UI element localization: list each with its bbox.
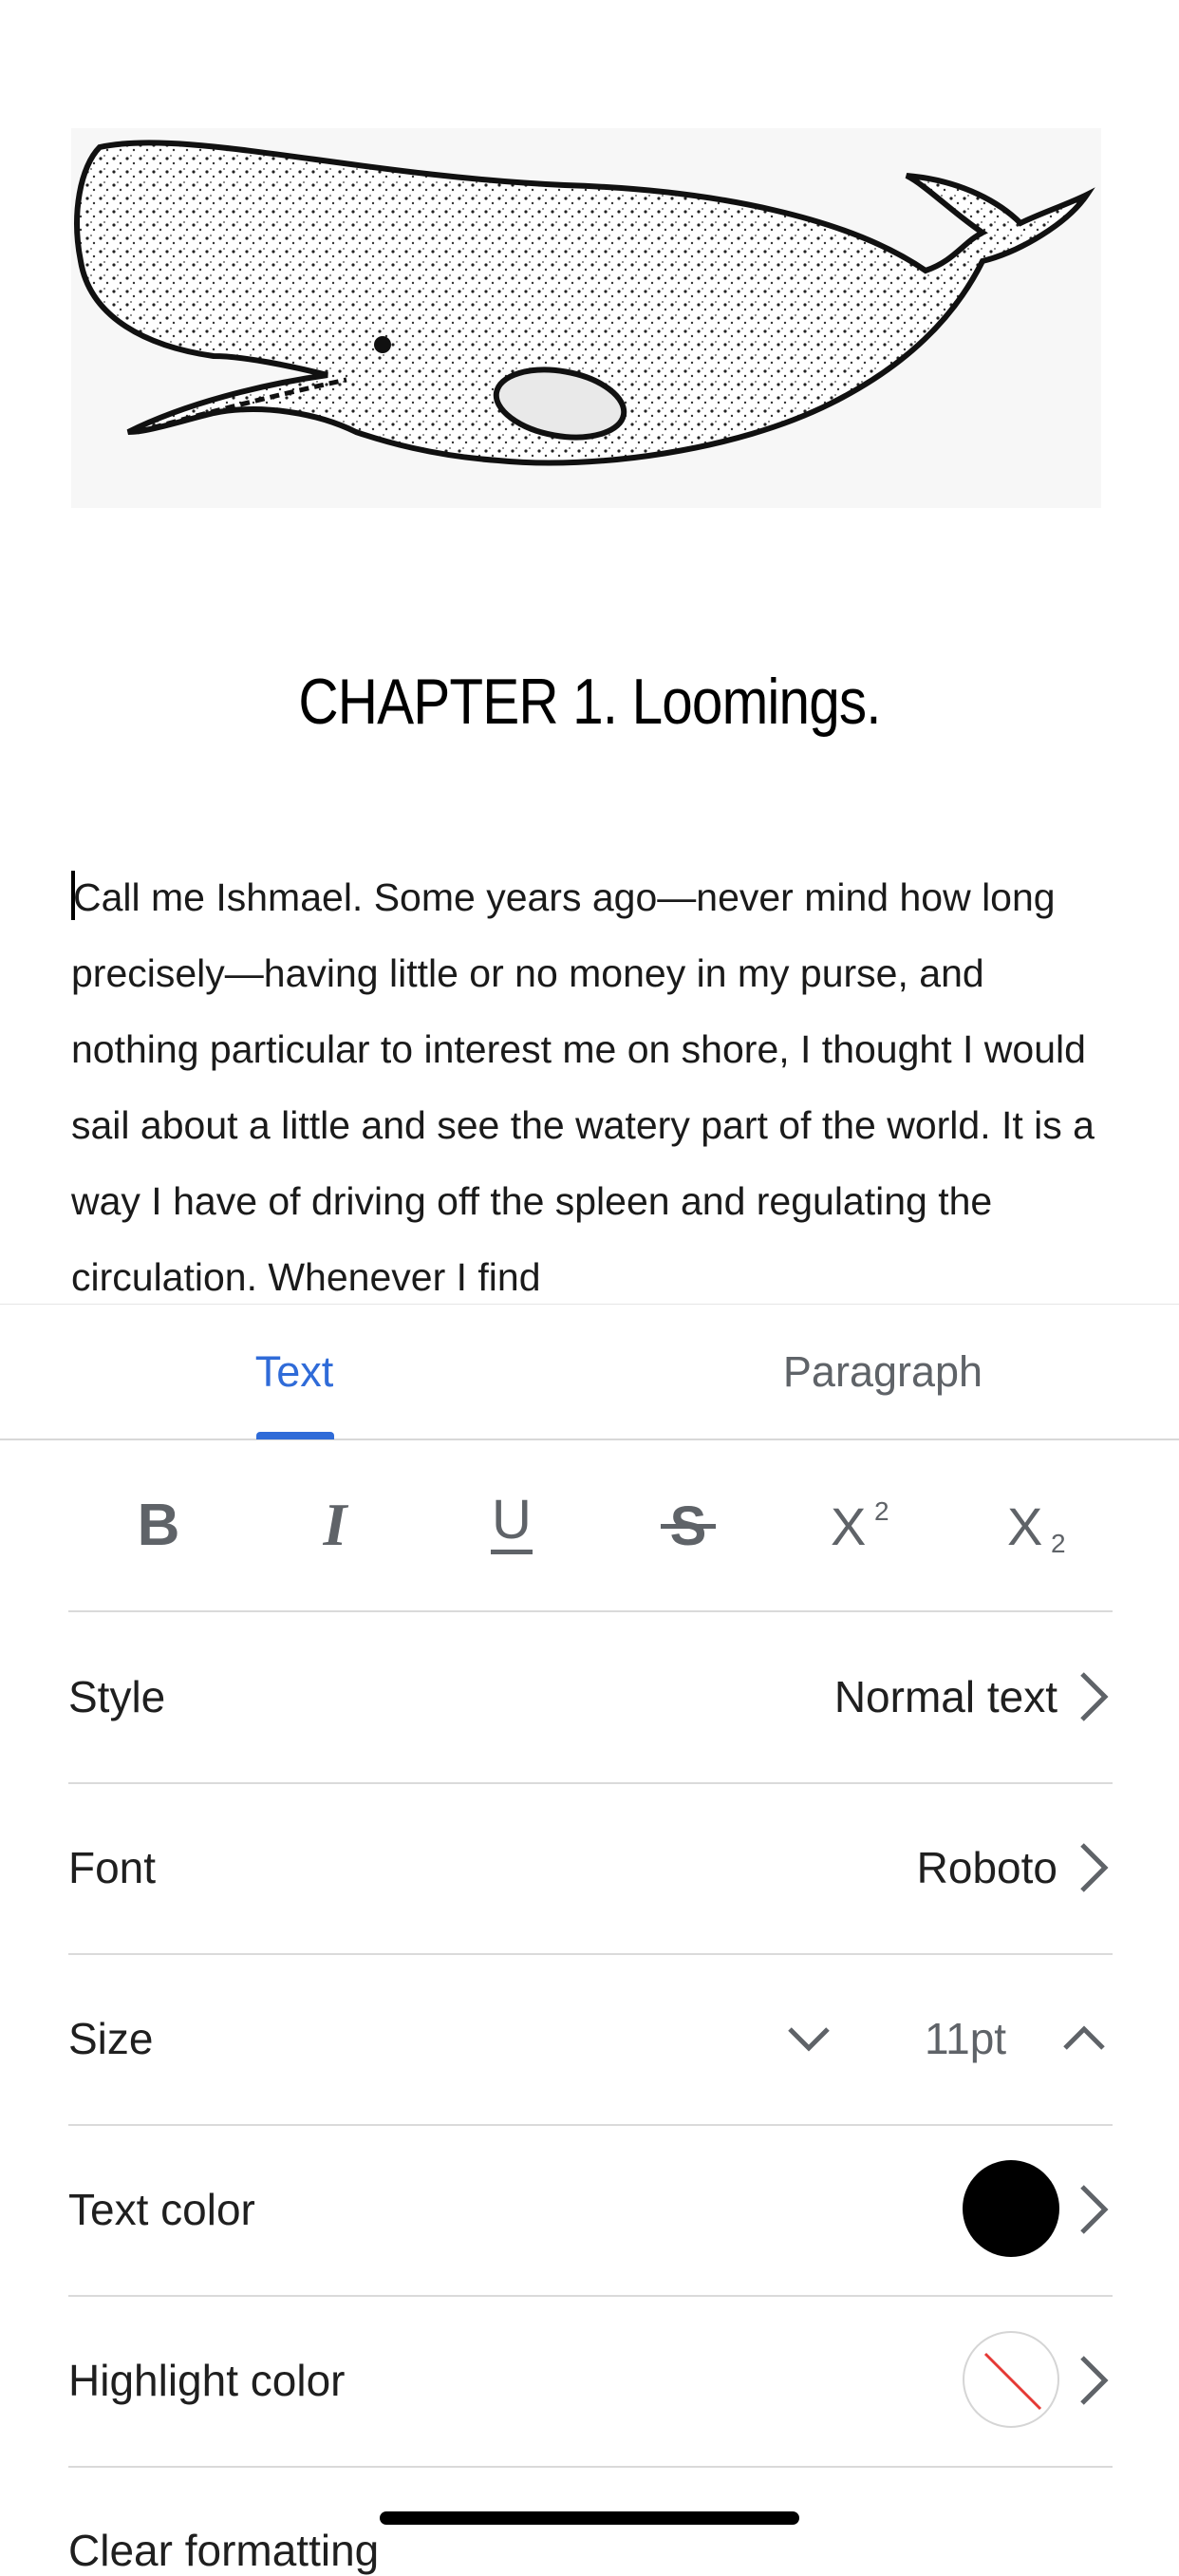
chevron-right-icon xyxy=(1080,1843,1109,1892)
text-color-label: Text color xyxy=(68,2185,255,2234)
svg-text:I: I xyxy=(323,1492,349,1558)
superscript-button[interactable]: X 2 xyxy=(813,1477,917,1572)
document-area[interactable]: CHAPTER 1. Loomings. Call me Ishmael. So… xyxy=(0,0,1179,1304)
chevron-up-icon[interactable] xyxy=(1056,2010,1113,2067)
active-tab-indicator xyxy=(256,1432,334,1439)
no-color-icon xyxy=(983,2352,1042,2411)
style-label: Style xyxy=(68,1672,166,1721)
svg-text:U: U xyxy=(492,1489,532,1551)
italic-icon: I xyxy=(323,1492,349,1558)
tab-paragraph[interactable]: Paragraph xyxy=(646,1305,1120,1438)
svg-text:2: 2 xyxy=(1051,1529,1066,1558)
format-toolbar: B I U S X 2 X 2 xyxy=(68,1439,1113,1612)
strikethrough-button[interactable]: S xyxy=(636,1477,740,1572)
subscript-icon: X 2 xyxy=(1007,1496,1066,1558)
svg-text:2: 2 xyxy=(874,1496,889,1526)
highlight-color-label: Highlight color xyxy=(68,2356,346,2405)
chevron-right-icon xyxy=(1080,2356,1109,2405)
italic-button[interactable]: I xyxy=(283,1477,387,1572)
chevron-right-icon xyxy=(1080,2185,1109,2234)
strikethrough-icon: S xyxy=(661,1495,716,1557)
font-label: Font xyxy=(68,1843,157,1892)
style-value: Normal text xyxy=(833,1672,1057,1721)
superscript-icon: X 2 xyxy=(831,1496,889,1556)
style-row[interactable]: Style Normal text xyxy=(68,1611,1113,1784)
size-label: Size xyxy=(68,2014,154,2063)
bold-icon: B xyxy=(138,1493,180,1558)
body-paragraph[interactable]: Call me Ishmael. Some years ago—never mi… xyxy=(71,859,1115,1304)
format-panel: Text Paragraph B I U S X 2 X 2 Style Nor… xyxy=(0,1304,1179,2575)
font-row[interactable]: Font Roboto xyxy=(68,1782,1113,1955)
highlight-color-swatch xyxy=(963,2331,1059,2428)
chapter-title: CHAPTER 1. Loomings. xyxy=(298,666,881,738)
clear-formatting-button[interactable]: Clear formatting xyxy=(68,2525,379,2576)
tab-text[interactable]: Text xyxy=(57,1305,532,1438)
underline-icon: U xyxy=(491,1489,533,1554)
subscript-button[interactable]: X 2 xyxy=(989,1477,1094,1572)
size-row: Size 11pt xyxy=(68,1953,1113,2126)
underline-button[interactable]: U xyxy=(459,1477,564,1572)
font-value: Roboto xyxy=(916,1843,1057,1892)
svg-text:X: X xyxy=(1007,1496,1042,1556)
text-color-row[interactable]: Text color xyxy=(68,2124,1113,2297)
body-text: Call me Ishmael. Some years ago—never mi… xyxy=(71,875,1095,1299)
chevron-right-icon xyxy=(1080,1672,1109,1721)
format-tabs: Text Paragraph xyxy=(0,1305,1179,1440)
home-indicator xyxy=(380,2511,799,2525)
text-color-swatch xyxy=(963,2160,1059,2257)
chevron-down-icon[interactable] xyxy=(780,2010,837,2067)
size-value: 11pt xyxy=(924,2014,1007,2063)
bold-button[interactable]: B xyxy=(106,1477,211,1572)
whale-illustration xyxy=(71,128,1101,508)
svg-text:X: X xyxy=(831,1496,866,1556)
highlight-color-row[interactable]: Highlight color xyxy=(68,2295,1113,2468)
svg-text:B: B xyxy=(138,1493,180,1558)
